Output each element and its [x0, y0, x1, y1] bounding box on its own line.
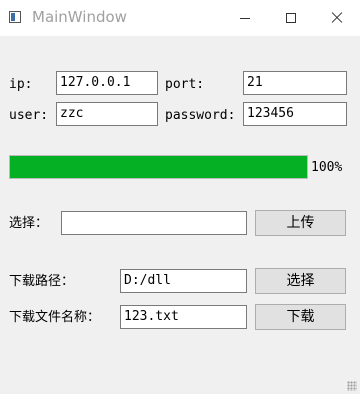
download-path-input[interactable]: D:/dll	[120, 269, 247, 293]
user-input[interactable]: zzc	[56, 102, 158, 126]
download-filename-input[interactable]: 123.txt	[120, 305, 247, 329]
download-path-label: 下载路径：	[9, 274, 75, 289]
resize-grip-icon[interactable]	[347, 381, 357, 391]
maximize-button[interactable]	[268, 0, 314, 36]
progress-fill	[10, 156, 307, 178]
transfer-progress-bar	[9, 155, 308, 179]
choose-path-button[interactable]: 选择	[255, 268, 346, 294]
upload-file-input[interactable]	[61, 211, 247, 235]
download-button[interactable]: 下载	[255, 304, 346, 330]
window-title: MainWindow	[32, 8, 127, 26]
ip-input[interactable]: 127.0.0.1	[56, 71, 158, 95]
upload-button[interactable]: 上传	[255, 210, 346, 236]
password-label: password:	[165, 108, 236, 123]
ip-label: ip:	[9, 77, 33, 92]
title-bar[interactable]: MainWindow	[0, 0, 360, 36]
minimize-button[interactable]	[222, 0, 268, 36]
minimize-icon	[240, 17, 250, 19]
upload-select-label: 选择：	[9, 216, 49, 231]
password-input[interactable]: 123456	[243, 102, 347, 126]
download-filename-label: 下载文件名称：	[9, 310, 101, 325]
close-button[interactable]	[314, 0, 360, 36]
app-window-icon	[9, 11, 21, 23]
port-label: port:	[165, 77, 205, 92]
port-input[interactable]: 21	[243, 71, 347, 95]
user-label: user:	[9, 108, 49, 123]
maximize-icon	[286, 13, 296, 23]
progress-text: 100%	[311, 160, 343, 175]
close-icon	[331, 12, 343, 24]
